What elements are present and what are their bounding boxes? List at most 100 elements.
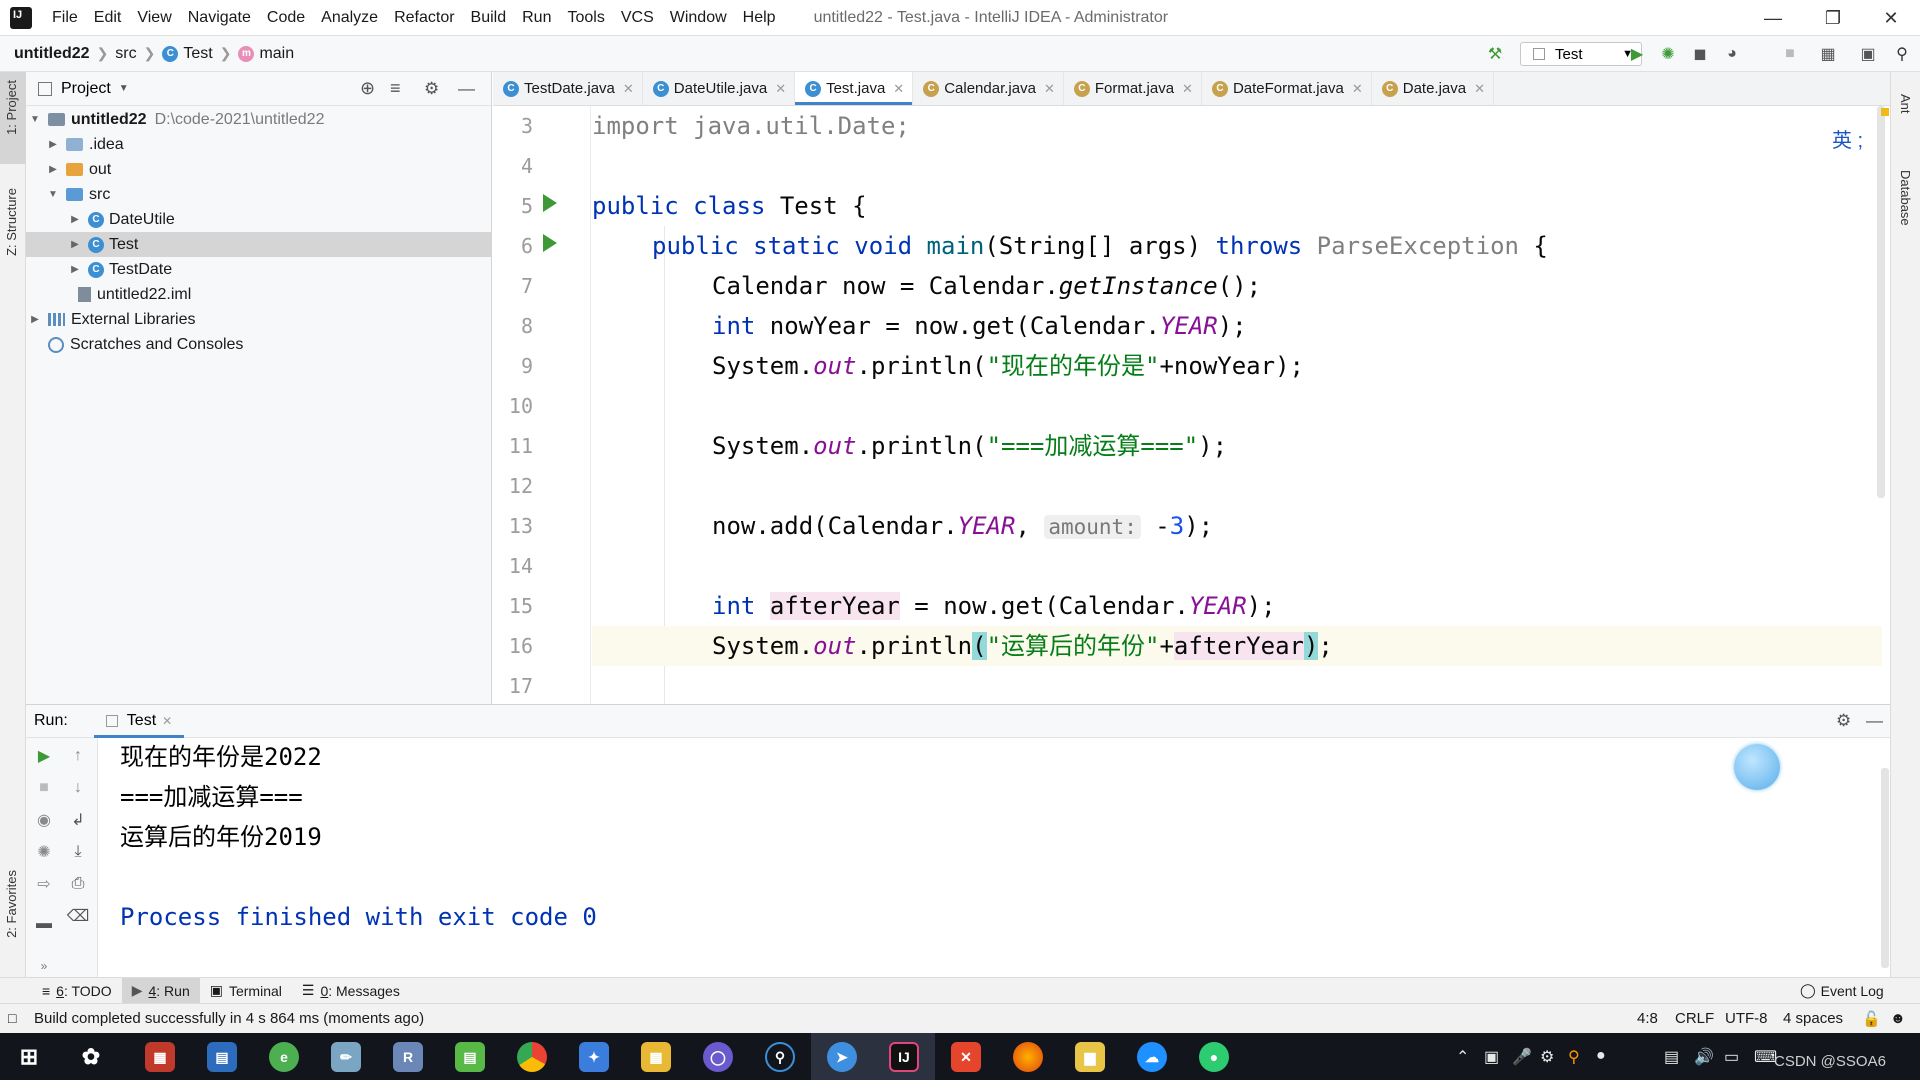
tab-testdate-java[interactable]: C TestDate.java ✕ xyxy=(493,72,643,105)
windows-start-icon[interactable]: ⊞ xyxy=(14,1042,44,1072)
app-photo-icon[interactable]: R xyxy=(393,1042,423,1072)
tray-app-icon[interactable]: ▣ xyxy=(1484,1047,1499,1067)
debug-icon[interactable]: ✺ xyxy=(34,842,54,862)
line-separator[interactable]: CRLF xyxy=(1675,1010,1714,1027)
close-icon[interactable]: ✕ xyxy=(623,81,634,97)
tree-item-out[interactable]: ▶ out xyxy=(26,157,492,182)
tree-item-src[interactable]: ▼ src xyxy=(26,182,492,207)
collapse-all-icon[interactable]: ≡ xyxy=(390,78,401,99)
file-explorer-icon[interactable]: ▦ xyxy=(641,1042,671,1072)
expanded-arrow-icon[interactable]: ▼ xyxy=(28,114,42,125)
collapsed-arrow-icon[interactable]: ▶ xyxy=(46,164,60,175)
print-icon[interactable]: ⎙ xyxy=(68,874,88,894)
menu-refactor[interactable]: Refactor xyxy=(386,9,462,27)
close-icon[interactable]: ✕ xyxy=(775,81,786,97)
inspector-icon[interactable]: ☻ xyxy=(1890,1010,1906,1027)
breadcrumb-project[interactable]: untitled22 xyxy=(14,45,90,63)
minimize-icon[interactable]: — xyxy=(1744,0,1802,36)
gear-icon[interactable]: ⚙ xyxy=(1836,711,1851,731)
scroll-to-end-icon[interactable]: ⤓ xyxy=(68,842,88,862)
menu-view[interactable]: View xyxy=(129,9,179,27)
todo-tool-tab[interactable]: ≡ 6: TODO xyxy=(32,978,122,1004)
run-class-gutter-icon[interactable] xyxy=(543,194,557,212)
app-green-doc-icon[interactable]: ▤ xyxy=(455,1042,485,1072)
menu-help[interactable]: Help xyxy=(735,9,784,27)
favorites-tool-tab[interactable]: 2: Favorites xyxy=(4,870,19,938)
ant-tool-tab[interactable]: Ant xyxy=(1898,94,1913,114)
close-icon[interactable]: ✕ xyxy=(162,714,172,728)
close-icon[interactable]: ✕ xyxy=(1862,0,1920,36)
app-document-icon[interactable]: ▤ xyxy=(207,1042,237,1072)
stop-icon[interactable]: ■ xyxy=(1780,44,1800,64)
tray-chevron-icon[interactable]: ⌃ xyxy=(1456,1047,1469,1067)
caret-position[interactable]: 4:8 xyxy=(1637,1010,1658,1027)
tree-item-idea[interactable]: ▶ .idea xyxy=(26,132,492,157)
tray-volume-icon[interactable]: 🔊 xyxy=(1694,1047,1714,1067)
app-xmind-icon[interactable]: ✕ xyxy=(951,1042,981,1072)
close-icon[interactable]: ✕ xyxy=(1474,81,1485,97)
more-icon[interactable]: » xyxy=(34,956,54,976)
search-app-icon[interactable]: ⚲ xyxy=(765,1042,795,1072)
run-icon[interactable]: ▶ xyxy=(1627,44,1647,64)
editor-scrollbar[interactable] xyxy=(1877,106,1885,498)
tab-format-java[interactable]: C Format.java ✕ xyxy=(1064,72,1202,105)
collapsed-arrow-icon[interactable]: ▶ xyxy=(46,139,60,150)
indent-setting[interactable]: 4 spaces xyxy=(1783,1010,1843,1027)
chevron-down-icon[interactable]: ▼ xyxy=(119,83,129,94)
console-scrollbar[interactable] xyxy=(1881,768,1889,968)
project-panel-title[interactable]: Project xyxy=(61,80,111,98)
tree-item-testdate[interactable]: ▶ C TestDate xyxy=(26,257,492,282)
collapsed-arrow-icon[interactable]: ▶ xyxy=(68,239,82,250)
app-green-round-icon[interactable]: ● xyxy=(1199,1042,1229,1072)
soft-wrap-icon[interactable]: ↲ xyxy=(68,810,88,830)
tray-monitor-icon[interactable]: ▭ xyxy=(1724,1047,1739,1067)
tray-gear-icon[interactable]: ⚙ xyxy=(1540,1047,1554,1067)
search-icon[interactable]: ⚲ xyxy=(1892,44,1912,64)
close-icon[interactable]: ✕ xyxy=(1182,81,1193,97)
collapsed-arrow-icon[interactable]: ▶ xyxy=(68,214,82,225)
tray-search-icon[interactable]: ⚲ xyxy=(1568,1047,1580,1067)
project-tool-tab[interactable]: 1: Project xyxy=(4,80,19,135)
trash-icon[interactable]: ⌫ xyxy=(67,906,90,926)
hide-icon[interactable]: — xyxy=(1866,711,1883,731)
collapsed-arrow-icon[interactable]: ▶ xyxy=(28,314,42,325)
layout-icon[interactable]: ▬ xyxy=(34,914,54,934)
menu-window[interactable]: Window xyxy=(662,9,735,27)
file-encoding[interactable]: UTF-8 xyxy=(1725,1010,1768,1027)
exit-icon[interactable]: ⇨ xyxy=(34,874,54,894)
event-log-tool-tab[interactable]: ◯ Event Log xyxy=(1790,978,1894,1004)
tree-item-external-libraries[interactable]: ▶ External Libraries xyxy=(26,307,492,332)
tab-dateutile-java[interactable]: C DateUtile.java ✕ xyxy=(643,72,796,105)
close-icon[interactable]: ✕ xyxy=(1044,81,1055,97)
tab-date-java[interactable]: C Date.java ✕ xyxy=(1372,72,1495,105)
database-tool-tab[interactable]: Database xyxy=(1898,170,1913,226)
app-cloud-icon[interactable]: ☁ xyxy=(1137,1042,1167,1072)
tray-penguin-icon[interactable]: ● xyxy=(1596,1047,1606,1065)
tree-item-project-root[interactable]: ▼ untitled22 D:\code-2021\untitled22 xyxy=(26,107,492,132)
menu-run[interactable]: Run xyxy=(514,9,559,27)
tree-item-scratches[interactable]: Scratches and Consoles xyxy=(26,332,492,357)
structure-tool-tab[interactable]: Z: Structure xyxy=(4,188,19,256)
breadcrumb-test[interactable]: C Test xyxy=(162,45,213,63)
app-globe-icon[interactable]: e xyxy=(269,1042,299,1072)
run-tab-test[interactable]: Test ✕ xyxy=(93,704,185,738)
locate-icon[interactable]: ⊕ xyxy=(360,78,375,99)
breadcrumb-src[interactable]: src xyxy=(115,45,136,63)
console-output[interactable]: 现在的年份是2022 ===加减运算=== 运算后的年份2019 Process… xyxy=(98,738,1890,977)
tab-test-java[interactable]: C Test.java ✕ xyxy=(795,72,914,105)
firefox-icon[interactable] xyxy=(1013,1042,1043,1072)
menu-file[interactable]: File xyxy=(44,9,86,27)
menu-edit[interactable]: Edit xyxy=(86,9,130,27)
stop-icon[interactable]: ■ xyxy=(34,778,54,798)
tree-item-test[interactable]: ▶ C Test xyxy=(26,232,492,257)
run-configuration-select[interactable]: Test ▼ xyxy=(1520,42,1642,66)
build-hammer-icon[interactable]: ⚒ xyxy=(1485,44,1505,64)
run-main-gutter-icon[interactable] xyxy=(543,234,557,252)
restore-icon[interactable]: ❐ xyxy=(1804,0,1862,36)
chrome-icon[interactable] xyxy=(517,1042,547,1072)
status-square-icon[interactable]: □ xyxy=(8,1010,16,1026)
code-editor[interactable]: import java.util.Date; public class Test… xyxy=(592,106,1889,704)
tab-dateformat-java[interactable]: C DateFormat.java ✕ xyxy=(1202,72,1372,105)
tray-mic-icon[interactable]: 🎤 xyxy=(1512,1047,1532,1067)
debug-icon[interactable]: ✺ xyxy=(1658,44,1678,64)
